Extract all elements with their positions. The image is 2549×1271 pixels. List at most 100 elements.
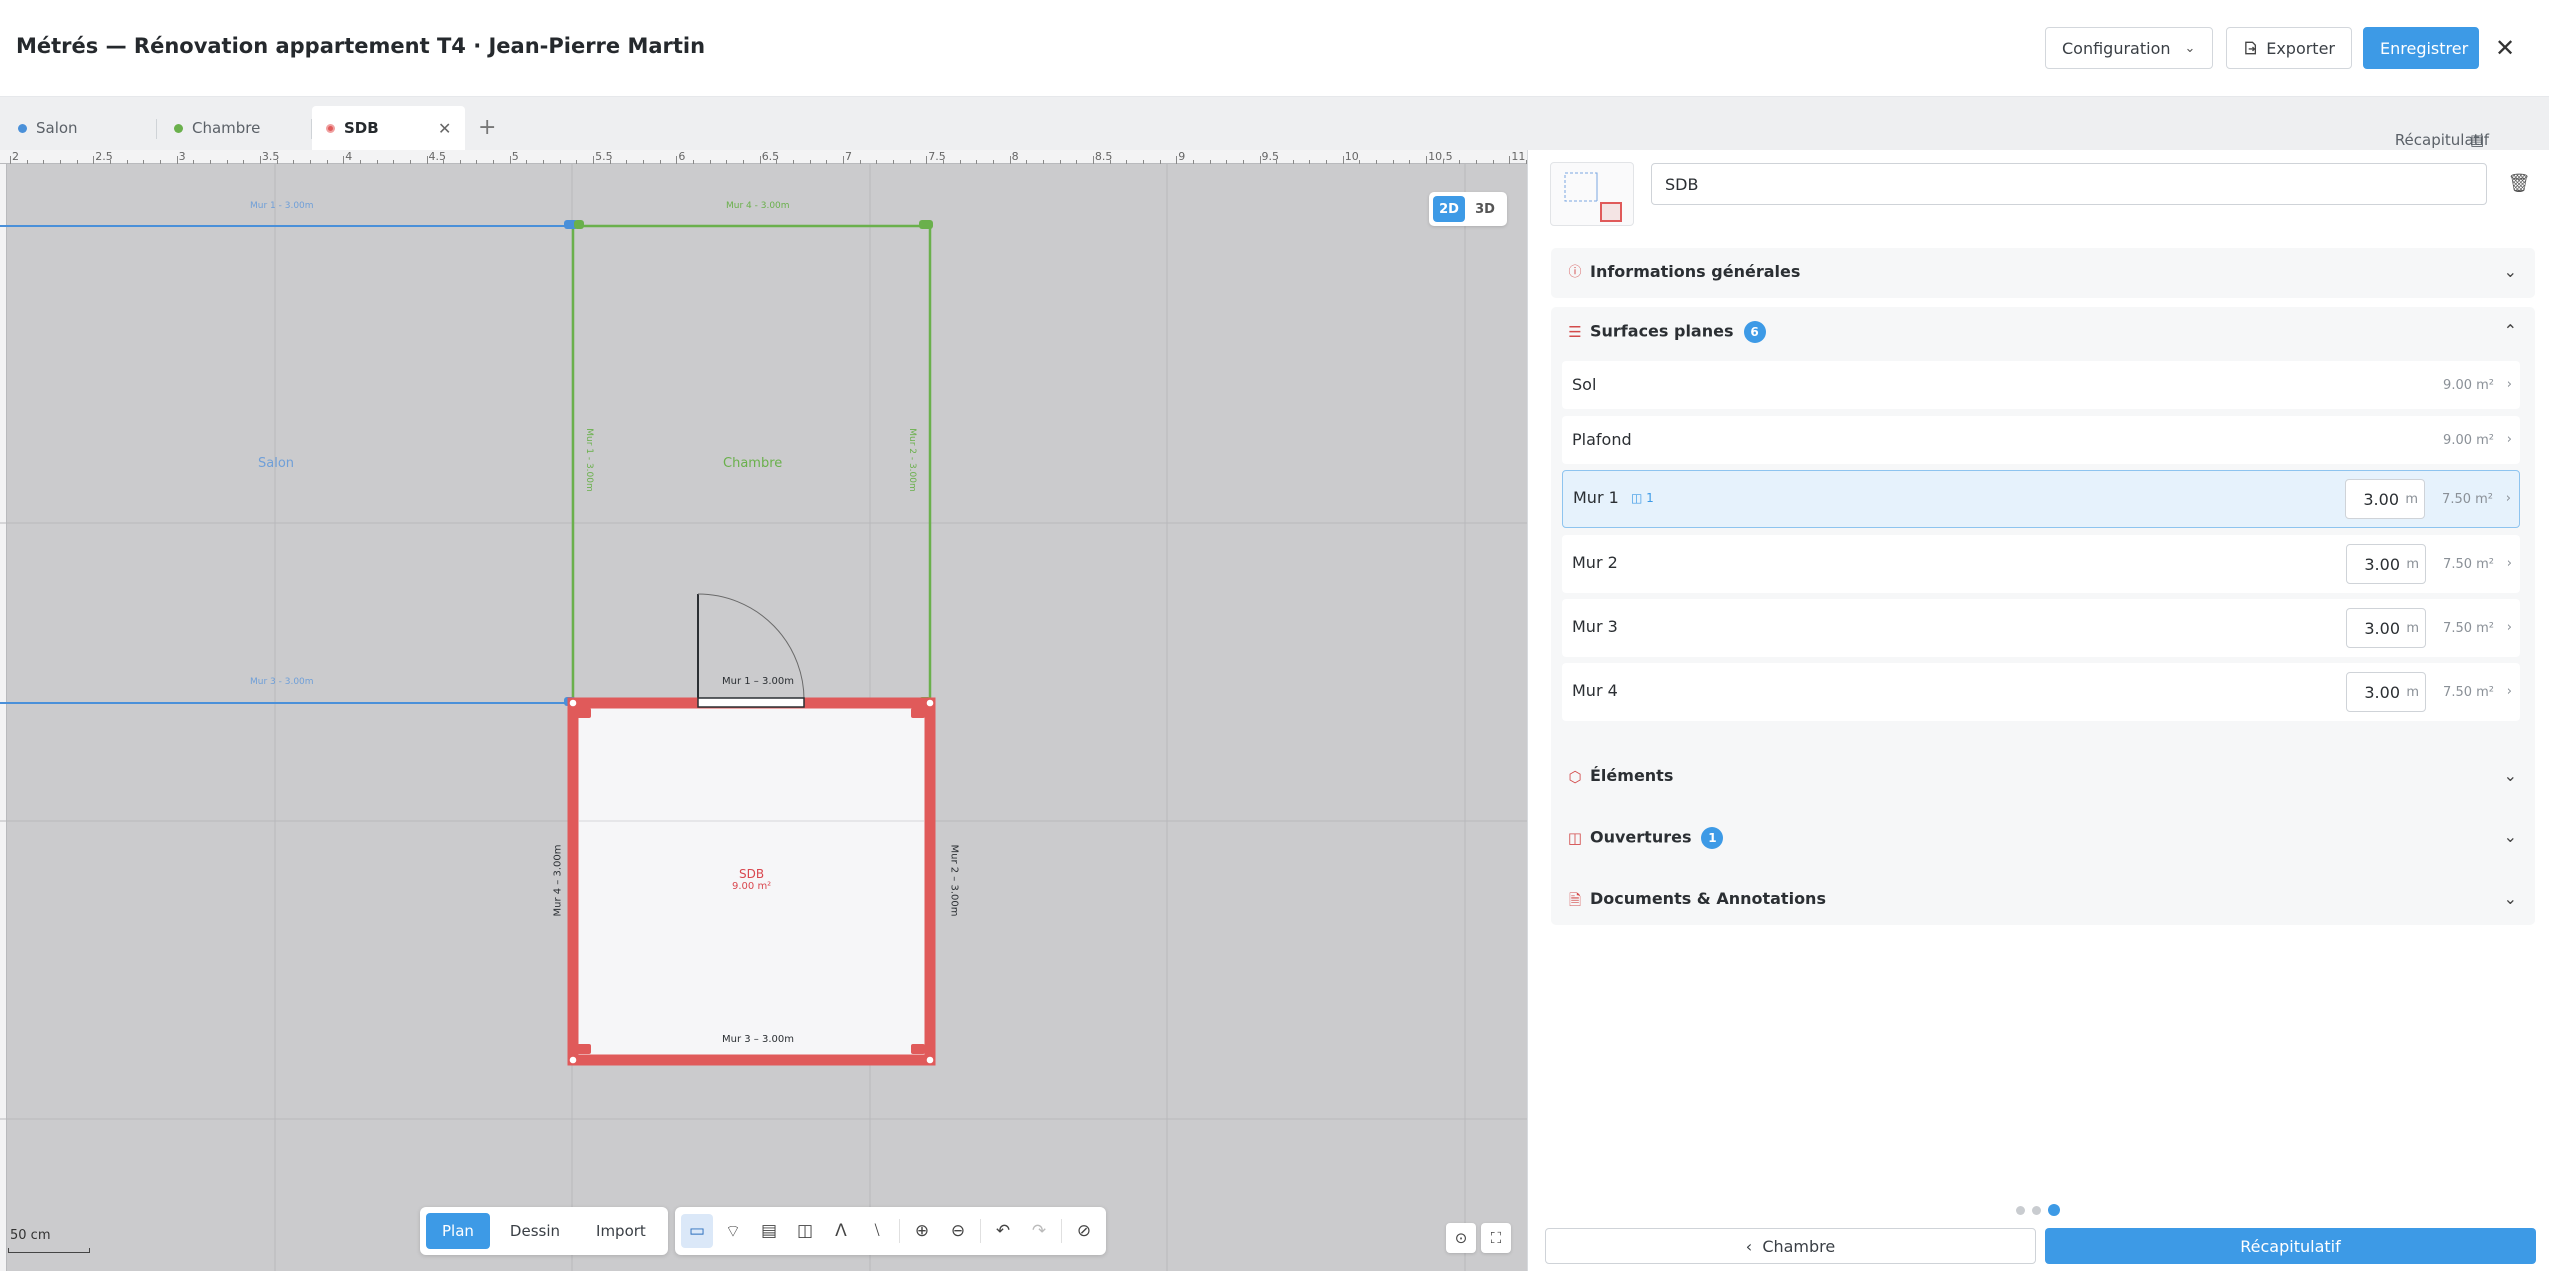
redo-icon[interactable]: ↷ <box>1023 1214 1055 1248</box>
section-elements[interactable]: ⬡ Éléments ⌄ <box>1551 752 2535 802</box>
close-icon[interactable]: ✕ <box>2493 30 2517 66</box>
wall-height-value: 3.00 <box>2364 555 2400 574</box>
room-label-salon: Salon <box>258 456 295 471</box>
hide-icon[interactable]: ⊘ <box>1068 1214 1100 1248</box>
recenter-icon[interactable]: ⊙ <box>1446 1223 1476 1253</box>
next-recap-button[interactable]: Récapitulatif <box>2045 1228 2536 1264</box>
tab-salon[interactable]: Salon <box>0 106 155 150</box>
wall-height-unit: m <box>2406 621 2419 636</box>
add-tab-icon[interactable]: + <box>478 115 496 140</box>
surface-row-mur-3[interactable]: Mur 3 3.00 m 7.50 m² › <box>1562 599 2520 657</box>
undo-icon[interactable]: ↶ <box>987 1214 1019 1248</box>
previous-room-button[interactable]: ‹ Chambre <box>1545 1228 2036 1264</box>
surface-area: 9.00 m² <box>2443 378 2494 393</box>
opening-count: 1 <box>1646 491 1654 505</box>
angle-icon[interactable]: Λ <box>825 1214 857 1248</box>
chevron-up-icon: ⌃ <box>2503 321 2517 340</box>
tab-close-icon[interactable]: ✕ <box>438 119 451 138</box>
chevron-right-icon: › <box>2506 432 2512 447</box>
chevron-down-icon: ⌄ <box>2503 262 2517 281</box>
surface-row-mur-4[interactable]: Mur 4 3.00 m 7.50 m² › <box>1562 663 2520 721</box>
room-thumbnail <box>1550 162 1634 226</box>
section-header[interactable]: ⓘ Informations générales ⌄ <box>1551 248 2535 298</box>
chevron-down-icon: ⌄ <box>2503 889 2517 908</box>
section-header[interactable]: ◫ Ouvertures 1 ⌄ <box>1551 813 2535 863</box>
toolbar-divider <box>980 1219 981 1243</box>
section-title: Éléments <box>1590 766 1674 785</box>
section-header[interactable]: ☰ Surfaces planes 6 ⌃ <box>1551 307 2535 357</box>
rectangle-room-icon[interactable]: ▭ <box>681 1214 713 1248</box>
layers-icon: ☰ <box>1568 323 1582 341</box>
page-title: Métrés — Rénovation appartement T4 · Jea… <box>16 34 706 58</box>
mode-plan-button[interactable]: Plan <box>426 1213 490 1249</box>
surface-name: Plafond <box>1572 430 1632 449</box>
surface-row-plafond[interactable]: Plafond 9.00 m² › <box>1562 416 2520 464</box>
configuration-dropdown[interactable]: Configuration ⌄ <box>2045 27 2213 69</box>
surface-row-mur-2[interactable]: Mur 2 3.00 m 7.50 m² › <box>1562 535 2520 593</box>
line-icon[interactable]: ⧵ <box>861 1214 893 1248</box>
wall-height-input[interactable]: 3.00 m <box>2346 608 2426 648</box>
section-openings[interactable]: ◫ Ouvertures 1 ⌄ <box>1551 813 2535 863</box>
zoom-in-icon[interactable]: ⊕ <box>906 1214 938 1248</box>
surface-row-sol[interactable]: Sol 9.00 m² › <box>1562 361 2520 409</box>
wall-label: Mur 3 - 3.00m <box>250 677 314 687</box>
header: Métrés — Rénovation appartement T4 · Jea… <box>0 0 2549 97</box>
chambre-vertex-handle[interactable] <box>919 220 933 229</box>
view-mode-toggle: 2D 3D <box>1429 192 1507 226</box>
tab-chambre[interactable]: Chambre <box>156 106 311 150</box>
mode-dessin-button[interactable]: Dessin <box>494 1213 576 1249</box>
wall-height-unit: m <box>2406 557 2419 572</box>
room-tabs: Salon Chambre SDB ✕ + <box>0 97 1527 150</box>
pager-dot[interactable] <box>2032 1205 2041 1215</box>
wall-label: Mur 1 – 3.00m <box>722 676 794 687</box>
fullscreen-icon[interactable]: ⛶ <box>1481 1223 1511 1253</box>
surfaces-count-badge: 6 <box>1743 321 1766 343</box>
surface-row-mur-1[interactable]: Mur 1 ◫ 1 3.00 m 7.50 m² › <box>1562 470 2520 528</box>
wall-height-input[interactable]: 3.00 m <box>2345 479 2425 519</box>
surface-name: Sol <box>1572 375 1597 394</box>
tab-label: SDB <box>344 119 379 137</box>
export-button[interactable]: Exporter <box>2226 27 2352 69</box>
mode-import-button[interactable]: Import <box>580 1213 662 1249</box>
door-icon[interactable]: ◫ <box>789 1214 821 1248</box>
paint-roller-icon[interactable]: ▤ <box>753 1214 785 1248</box>
document-icon: 🗎 <box>1568 891 1582 909</box>
chevron-left-icon: ‹ <box>1745 1236 1763 1256</box>
door-opening[interactable] <box>697 697 805 708</box>
chambre-vertex-handle[interactable] <box>574 220 584 229</box>
view-2d-button[interactable]: 2D <box>1433 196 1465 222</box>
save-label: Enregistrer <box>2380 38 2469 58</box>
room-area-sdb: 9.00 m² <box>732 881 772 892</box>
section-title-wrap: Ouvertures 1 <box>1590 827 1724 849</box>
door-icon: ◫ <box>1567 829 1583 847</box>
section-title: Surfaces planes <box>1590 321 1734 341</box>
pager-dot-active[interactable] <box>2048 1204 2060 1216</box>
section-documents[interactable]: 🗎 Documents & Annotations ⌄ <box>1551 875 2535 925</box>
wall-height-input[interactable]: 3.00 m <box>2346 672 2426 712</box>
plan-canvas[interactable]: 2 2.5 3 3.5 4 4.5 5 5.5 6 6.5 7 7.5 8 8.5 9 9.5 10 10.5 11 <box>0 150 1527 1271</box>
wall-label: Mur 4 – 3.00m <box>552 844 564 917</box>
trash-icon[interactable]: 🗑 <box>2504 168 2534 198</box>
section-general-info[interactable]: ⓘ Informations générales ⌄ <box>1551 248 2535 298</box>
tab-color-dot <box>174 123 183 133</box>
l-shape-room-icon[interactable]: ⌔ <box>717 1214 749 1248</box>
chevron-down-icon: ⌄ <box>2503 827 2517 846</box>
tab-label: Chambre <box>192 119 261 137</box>
section-header[interactable]: 🗎 Documents & Annotations ⌄ <box>1551 875 2535 925</box>
room-name-input[interactable] <box>1651 163 2487 205</box>
door-count-tag: ◫ 1 <box>1631 491 1654 505</box>
section-header[interactable]: ⬡ Éléments ⌄ <box>1551 752 2535 802</box>
wall-height-unit: m <box>2405 492 2418 507</box>
app-root: Métrés — Rénovation appartement T4 · Jea… <box>0 0 2549 1271</box>
surface-area: 7.50 m² <box>2443 557 2494 572</box>
chevron-right-icon: › <box>2506 684 2512 699</box>
save-button[interactable]: Enregistrer <box>2363 27 2479 69</box>
pager-dot[interactable] <box>2016 1205 2025 1215</box>
view-3d-button[interactable]: 3D <box>1469 196 1501 222</box>
section-title: Informations générales <box>1590 262 1801 281</box>
zoom-out-icon[interactable]: ⊖ <box>942 1214 974 1248</box>
scale-bar <box>8 1248 90 1253</box>
info-icon: ⓘ <box>1568 265 1582 280</box>
wall-height-input[interactable]: 3.00 m <box>2346 544 2426 584</box>
chevron-right-icon: › <box>2506 377 2512 392</box>
